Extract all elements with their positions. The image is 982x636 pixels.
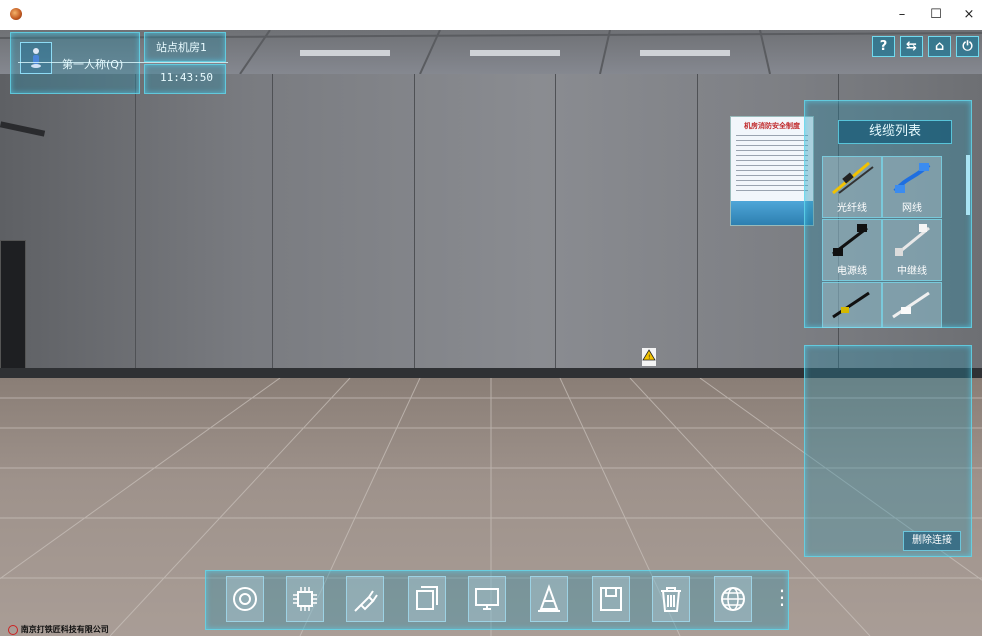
switch-button[interactable]: ⇆	[900, 36, 923, 57]
warning-sign: !	[642, 348, 656, 366]
rj45-cable-icon	[892, 291, 930, 319]
minimize-button[interactable]: –	[888, 5, 916, 25]
lifebuoy-icon	[233, 587, 257, 611]
window-titlebar: – ☐ ×	[0, 0, 982, 30]
cable-item-6[interactable]	[882, 282, 942, 328]
warning-icon: !	[642, 349, 656, 361]
safety-poster: 机房消防安全制度	[730, 116, 814, 226]
poster-footer	[731, 201, 813, 225]
power-button[interactable]: ⏻	[956, 36, 979, 57]
home-button[interactable]: ⌂	[928, 36, 951, 57]
save-icon	[600, 587, 622, 611]
monitor-icon	[475, 588, 499, 610]
cable-item-5[interactable]	[822, 282, 882, 328]
tool-lifebuoy-button[interactable]	[226, 576, 264, 622]
cone-icon	[538, 584, 560, 612]
app-logo-icon	[10, 8, 22, 20]
cable-label: 中继线	[897, 266, 927, 277]
cable-label: 电源线	[837, 266, 867, 277]
tool-trash-button[interactable]	[652, 576, 690, 622]
tool-globe-button[interactable]	[714, 576, 752, 622]
cable-label: 网线	[902, 203, 922, 214]
wall-seam	[555, 74, 556, 404]
person-icon	[31, 48, 41, 68]
wall-seam	[697, 74, 698, 404]
wall-seam	[135, 74, 136, 404]
clock-label: 11:43:50	[160, 71, 213, 84]
trunk-cable-icon	[895, 224, 930, 256]
cable-label: 光纤线	[837, 203, 867, 214]
delete-connection-button[interactable]: 删除连接	[903, 531, 961, 551]
more-options-button[interactable]: ⋮	[772, 586, 792, 608]
cable-item-fiber[interactable]: 光纤线	[822, 156, 882, 218]
globe-icon	[721, 587, 745, 611]
poster-text-lines	[736, 135, 808, 193]
close-button[interactable]: ×	[955, 5, 982, 25]
power-cable-icon	[832, 224, 868, 256]
company-logo: 南京打铁匠科技有限公司	[8, 622, 109, 636]
view-mode-label[interactable]: 第一人称(Q)	[62, 56, 123, 72]
cable-icon	[832, 291, 870, 319]
wall-seam	[272, 74, 273, 404]
tool-cone-button[interactable]	[530, 576, 568, 622]
copy-icon	[416, 586, 438, 610]
cable-list-scrollbar[interactable]	[966, 155, 970, 215]
svg-text:!: !	[648, 354, 650, 361]
server-rack	[0, 240, 26, 382]
network-cable-icon	[893, 163, 931, 193]
cable-list-title: 线缆列表	[838, 120, 952, 144]
tool-monitor-button[interactable]	[468, 576, 506, 622]
help-button[interactable]: ?	[872, 36, 895, 57]
location-label: 站点机房1	[156, 41, 207, 54]
maximize-button[interactable]: ☐	[922, 5, 950, 25]
wall-seam	[414, 74, 415, 404]
fiber-cable-icon	[832, 161, 874, 195]
tool-save-button[interactable]	[592, 576, 630, 622]
company-logo-icon	[8, 625, 18, 635]
cable-item-trunk[interactable]: 中继线	[882, 219, 942, 281]
tool-plug-button[interactable]	[346, 576, 384, 622]
poster-title: 机房消防安全制度	[744, 122, 800, 130]
cable-item-network[interactable]: 网线	[882, 156, 942, 218]
tool-chip-button[interactable]	[286, 576, 324, 622]
chip-icon	[293, 587, 317, 611]
avatar[interactable]	[20, 42, 52, 74]
tool-copy-button[interactable]	[408, 576, 446, 622]
hud-divider	[18, 62, 228, 63]
connection-panel	[804, 345, 972, 557]
plug-icon	[354, 590, 378, 612]
cable-item-power[interactable]: 电源线	[822, 219, 882, 281]
trash-icon	[661, 587, 681, 612]
company-name: 南京打铁匠科技有限公司	[20, 624, 109, 634]
